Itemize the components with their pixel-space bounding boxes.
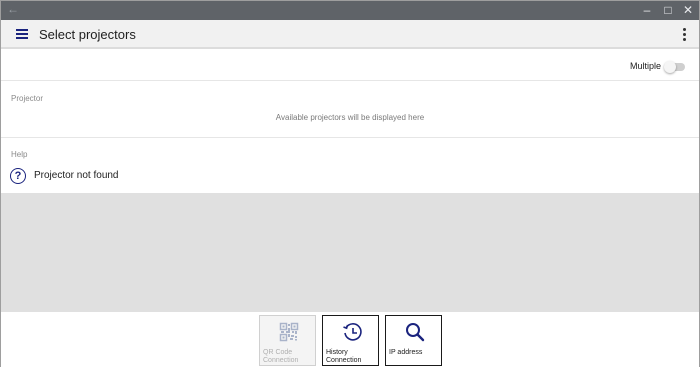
multiple-row: Multiple [1, 51, 699, 81]
app-window: ← – □ ✕ Select projectors Multiple Proje… [0, 0, 700, 367]
multiple-toggle[interactable] [664, 61, 685, 73]
help-heading: Help [11, 150, 28, 159]
qr-code-connection-button[interactable]: QR Code Connection [259, 315, 316, 366]
history-connection-label: History Connection [326, 349, 362, 364]
window-minimize-icon[interactable]: – [637, 1, 657, 20]
qr-code-connection-label: QR Code Connection [263, 349, 299, 364]
window-maximize-icon[interactable]: □ [658, 1, 678, 20]
app-bar: Select projectors [1, 20, 699, 49]
window-back-icon[interactable]: ← [7, 2, 19, 16]
bottom-toolbar: QR Code Connection History Connection IP… [1, 312, 699, 367]
empty-content-area [1, 193, 699, 312]
help-section: Help ? Projector not found [1, 139, 699, 193]
search-icon [406, 323, 425, 342]
ip-address-label: IP address [389, 349, 423, 356]
question-circle-icon: ? [10, 168, 26, 184]
toggle-knob [664, 61, 676, 73]
page-title: Select projectors [39, 27, 136, 42]
window-title-bar: ← – □ ✕ [1, 1, 699, 20]
hamburger-menu-icon[interactable] [16, 29, 28, 39]
history-clock-icon [343, 323, 362, 341]
projector-not-found-link[interactable]: ? Projector not found [10, 168, 210, 186]
more-vert-icon[interactable] [683, 28, 687, 42]
projector-heading: Projector [11, 94, 44, 103]
projector-section: Projector Available projectors will be d… [1, 82, 699, 138]
multiple-label: Multiple [629, 61, 661, 71]
qr-code-icon [279, 322, 299, 342]
window-close-icon[interactable]: ✕ [678, 1, 698, 20]
projector-empty-message: Available projectors will be displayed h… [275, 113, 425, 122]
ip-address-button[interactable]: IP address [385, 315, 442, 366]
history-connection-button[interactable]: History Connection [322, 315, 379, 366]
help-item-label: Projector not found [34, 170, 119, 181]
